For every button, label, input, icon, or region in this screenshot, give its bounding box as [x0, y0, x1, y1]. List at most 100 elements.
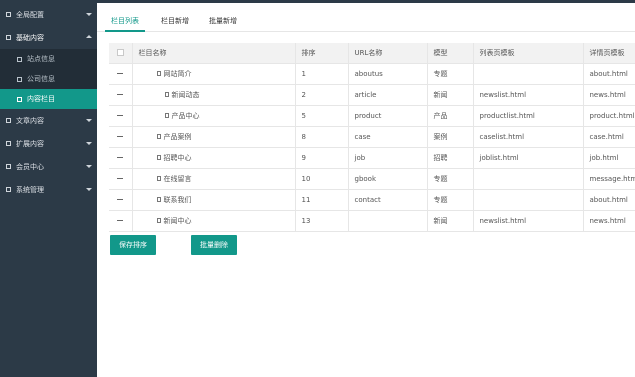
sidebar-group-label: 基础内容: [16, 33, 44, 42]
column-table: 栏目名称 排序 URL名称 模型 列表页模板 详情页模板 网站简介 1 aboutu…: [109, 43, 635, 232]
model-cell: 专题: [427, 189, 474, 211]
sidebar-group-label: 系统管理: [16, 185, 44, 194]
list-template-cell: productlist.html: [473, 105, 584, 127]
list-template-cell: newslist.html: [473, 210, 584, 232]
sidebar: 全局配置 基础内容 站点信息 公司信息 内容栏目 文章内容 扩展内容 会员中心: [0, 3, 97, 377]
page-icon: [17, 56, 22, 62]
folder-icon: [156, 155, 161, 160]
sidebar-item-site-info[interactable]: 站点信息: [0, 49, 97, 69]
sidebar-group-global[interactable]: 全局配置: [0, 3, 97, 26]
url-name-cell: product: [348, 105, 428, 127]
column-name: 产品中心: [171, 111, 200, 120]
sidebar-group-system[interactable]: 系统管理: [0, 178, 97, 201]
sidebar-item-company-info[interactable]: 公司信息: [0, 69, 97, 89]
row-checkbox[interactable]: [117, 199, 124, 200]
sidebar-group-members[interactable]: 会员中心: [0, 155, 97, 178]
row-select-cell[interactable]: [109, 84, 133, 106]
row-checkbox[interactable]: [117, 136, 124, 137]
table-row: 产品案例 8 case 案例 caselist.html case.html: [109, 126, 635, 148]
list-template-cell: [473, 168, 584, 190]
model-cell: 新闻: [427, 210, 474, 232]
row-checkbox[interactable]: [117, 157, 124, 158]
tab-column-add[interactable]: 栏目新增: [155, 3, 195, 32]
sidebar-submenu: 站点信息 公司信息 内容栏目: [0, 49, 97, 109]
detail-template-cell: news.html: [583, 84, 635, 106]
column-name-cell: 产品中心: [132, 105, 296, 127]
chevron-up-icon: [86, 35, 92, 38]
model-cell: 专题: [427, 63, 474, 85]
row-checkbox[interactable]: [117, 115, 124, 116]
row-select-cell[interactable]: [109, 126, 133, 148]
model-cell: 专题: [427, 168, 474, 190]
chevron-down-icon: [86, 13, 92, 16]
table-row: 新闻动态 2 article 新闻 newslist.html news.html: [109, 84, 635, 106]
column-table-container: 栏目名称 排序 URL名称 模型 列表页模板 详情页模板 网站简介 1 aboutu…: [109, 43, 635, 233]
folder-icon: [156, 176, 161, 181]
sidebar-group-basic[interactable]: 基础内容: [0, 26, 97, 49]
url-name-cell: aboutus: [348, 63, 428, 85]
detail-template-cell: product.html: [583, 105, 635, 127]
chevron-down-icon: [86, 119, 92, 122]
model-cell: 产品: [427, 105, 474, 127]
model-cell: 招聘: [427, 147, 474, 169]
column-name-cell: 联系我们: [132, 189, 296, 211]
folder-icon: [6, 118, 11, 123]
chevron-down-icon: [86, 165, 92, 168]
sidebar-item-label: 公司信息: [27, 75, 55, 83]
select-all-checkbox[interactable]: [116, 49, 124, 57]
save-sort-button[interactable]: 保存排序: [110, 235, 156, 255]
folder-icon: [6, 12, 11, 17]
url-name-cell: [348, 210, 428, 232]
folder-icon: [6, 164, 11, 169]
folder-icon: [6, 187, 11, 192]
batch-delete-button[interactable]: 批量删除: [191, 235, 237, 255]
folder-icon: [156, 197, 161, 202]
url-name-cell: job: [348, 147, 428, 169]
sort-cell: 10: [295, 168, 349, 190]
sort-cell: 1: [295, 63, 349, 85]
row-select-cell[interactable]: [109, 168, 133, 190]
sidebar-item-content-columns[interactable]: 内容栏目: [0, 89, 97, 109]
table-row: 联系我们 11 contact 专题 about.html: [109, 189, 635, 211]
list-template-cell: joblist.html: [473, 147, 584, 169]
detail-template-cell: message.html: [583, 168, 635, 190]
sort-cell: 5: [295, 105, 349, 127]
select-all-header: [109, 43, 133, 64]
tab-column-list[interactable]: 栏目列表: [105, 3, 145, 32]
column-header: 栏目名称: [132, 43, 296, 64]
detail-template-cell: case.html: [583, 126, 635, 148]
column-name: 产品案例: [163, 132, 192, 141]
row-checkbox[interactable]: [117, 94, 124, 95]
row-select-cell[interactable]: [109, 210, 133, 232]
main-content: 栏目列表 栏目新增 批量新增 栏目名称 排序 URL名称 模型 列表页模板 详情…: [97, 3, 635, 377]
row-checkbox[interactable]: [117, 73, 124, 74]
url-name-cell: article: [348, 84, 428, 106]
url-name-cell: gbook: [348, 168, 428, 190]
model-cell: 案例: [427, 126, 474, 148]
sidebar-group-extensions[interactable]: 扩展内容: [0, 132, 97, 155]
table-row: 网站简介 1 aboutus 专题 about.html: [109, 63, 635, 85]
sort-cell: 13: [295, 210, 349, 232]
page-icon: [17, 96, 22, 102]
column-name: 网站简介: [163, 69, 192, 78]
row-select-cell[interactable]: [109, 63, 133, 85]
column-header: URL名称: [348, 43, 428, 64]
column-header: 模型: [427, 43, 474, 64]
detail-template-cell: job.html: [583, 147, 635, 169]
column-name: 联系我们: [163, 195, 192, 204]
folder-icon: [156, 71, 161, 76]
tab-batch-add[interactable]: 批量新增: [203, 3, 243, 32]
column-name: 新闻中心: [163, 216, 192, 225]
detail-template-cell: about.html: [583, 189, 635, 211]
row-select-cell[interactable]: [109, 105, 133, 127]
column-header: 列表页模板: [473, 43, 584, 64]
column-name: 新闻动态: [171, 90, 200, 99]
row-select-cell[interactable]: [109, 189, 133, 211]
row-select-cell[interactable]: [109, 147, 133, 169]
sidebar-group-articles[interactable]: 文章内容: [0, 109, 97, 132]
sidebar-item-label: 内容栏目: [27, 95, 55, 103]
row-checkbox[interactable]: [117, 178, 124, 179]
row-checkbox[interactable]: [117, 220, 124, 221]
list-template-cell: [473, 63, 584, 85]
folder-icon: [6, 141, 11, 146]
